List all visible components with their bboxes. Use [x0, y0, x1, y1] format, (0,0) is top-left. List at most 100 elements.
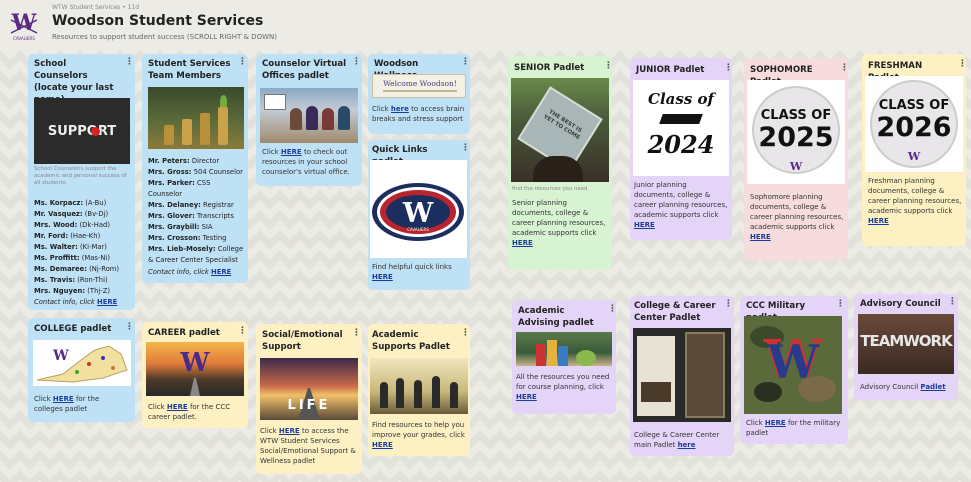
social-emotional-card[interactable]: Social/Emotional Support ⋮ LIFE Click HE…: [256, 324, 362, 474]
person-detail: Testing: [200, 234, 227, 242]
teamwork-image: TEAMWORK: [858, 314, 954, 374]
here-link[interactable]: HERE: [868, 217, 889, 225]
person-name: Ms. Proffitt:: [34, 254, 80, 262]
counselors-card[interactable]: School Counselors (locate your last name…: [28, 54, 135, 310]
person-detail: (Hae-Kh): [68, 232, 101, 240]
list-item: Ms. Walter: (Ki-Mar): [34, 242, 132, 252]
here-link[interactable]: HERE: [516, 393, 537, 401]
team-card[interactable]: Student Services Team Members ⋮ Contact …: [142, 54, 248, 283]
svg-text:CAVALIERS: CAVALIERS: [407, 227, 429, 232]
advisory-council-card[interactable]: Advisory Council ⋮ TEAMWORK Advisory Cou…: [854, 294, 958, 400]
list-item: Mrs. Lieb-Mosely: College: [148, 244, 246, 254]
board-meta: WTW Student Services • 11d: [52, 4, 140, 11]
here-link[interactable]: HERE: [765, 419, 786, 427]
here-link[interactable]: HERE: [372, 441, 393, 449]
card-text: Click HERE for the colleges padlet: [34, 395, 100, 413]
card-title: Social/Emotional Support: [262, 330, 343, 352]
list-item: Mrs. Nguyen: (Thj-Z): [34, 286, 132, 296]
person-name: Ms. Korpacz:: [34, 199, 84, 207]
card-text: All the resources you need for course pl…: [516, 373, 610, 401]
freshman-card[interactable]: FRESHMAN Padlet ⋮ CLASS OF 2026 W Freshm…: [862, 54, 966, 246]
card-text: Find resources to help you improve your …: [372, 421, 465, 449]
here-link[interactable]: HERE: [634, 221, 655, 229]
card-text: Find helpful quick links HERE: [372, 263, 452, 281]
person-detail: SIA: [199, 223, 213, 231]
college-card[interactable]: COLLEGE padlet ⋮ W Click HERE for the co…: [28, 318, 135, 422]
here-link[interactable]: HERE: [167, 403, 188, 411]
quick-links-card[interactable]: Quick Links padlet ⋮ W CAVALIERS Find he…: [368, 140, 470, 290]
card-note: School Counselors support the academic a…: [34, 166, 127, 186]
card-title: CAREER padlet: [148, 328, 220, 338]
here-link[interactable]: here: [391, 105, 409, 113]
here-link[interactable]: HERE: [279, 427, 300, 435]
virtual-offices-card[interactable]: Counselor Virtual Offices padlet ⋮ Click…: [256, 54, 362, 186]
more-menu-icon[interactable]: ⋮: [461, 328, 470, 338]
more-menu-icon[interactable]: ⋮: [125, 322, 134, 332]
list-item: Mrs. Glover: Transcripts: [148, 211, 246, 221]
list-item: Ms. Proffitt: (Mas-Ni): [34, 253, 132, 263]
more-menu-icon[interactable]: ⋮: [238, 57, 247, 67]
person-name: Mrs. Crosson:: [148, 234, 201, 242]
more-menu-icon[interactable]: ⋮: [461, 143, 470, 153]
here-link[interactable]: HERE: [750, 233, 771, 241]
card-title: Counselor Virtual Offices padlet: [262, 59, 347, 81]
more-menu-icon[interactable]: ⋮: [604, 61, 612, 71]
career-road-image: W: [146, 342, 244, 396]
list-item: Mrs. Delaney: Registrar: [148, 200, 246, 210]
board-title: Woodson Student Services: [52, 13, 264, 29]
person-detail: (Bv-Dj): [82, 210, 109, 218]
padlet-link[interactable]: Padlet: [920, 383, 945, 391]
here-link[interactable]: HERE: [211, 268, 231, 276]
here-link[interactable]: HERE: [512, 239, 533, 247]
academic-advising-card[interactable]: Academic Advising padlet ⋮ All the resou…: [512, 300, 616, 414]
person-name: Mrs. Delaney:: [148, 201, 201, 209]
more-menu-icon[interactable]: ⋮: [608, 304, 616, 314]
more-menu-icon[interactable]: ⋮: [840, 63, 848, 73]
graduation-cap-image: THE BEST IS YET TO COME: [511, 78, 609, 182]
card-title: College & Career Center Padlet: [634, 301, 716, 323]
more-menu-icon[interactable]: ⋮: [352, 57, 361, 67]
more-menu-icon[interactable]: ⋮: [238, 326, 247, 336]
list-item: Ms. Travis: (Ron-Thi): [34, 275, 132, 285]
card-title: Academic Supports Padlet: [372, 330, 450, 352]
card-title: JUNIOR Padlet: [636, 65, 705, 75]
person-detail: Counselor: [148, 190, 183, 198]
svg-text:W: W: [11, 10, 37, 36]
card-title: Academic Advising padlet: [518, 306, 594, 328]
person-detail: Director: [189, 157, 220, 165]
here-link[interactable]: here: [678, 441, 696, 449]
card-title: Student Services Team Members: [148, 59, 231, 81]
career-card[interactable]: CAREER padlet ⋮ W Click HERE for the CCC…: [142, 322, 248, 428]
person-name: Mr. Vasquez:: [34, 210, 83, 218]
more-menu-icon[interactable]: ⋮: [461, 57, 470, 67]
more-menu-icon[interactable]: ⋮: [724, 63, 732, 73]
list-item: Mrs. Parker: CSS: [148, 178, 246, 188]
junior-card[interactable]: JUNIOR Padlet ⋮ Class of 2024 Junior pla…: [630, 58, 732, 240]
more-menu-icon[interactable]: ⋮: [836, 299, 845, 309]
here-link[interactable]: HERE: [372, 273, 393, 281]
wellness-card[interactable]: Woodson Wellness ⋮ Welcome Woodson! Clic…: [368, 54, 470, 134]
person-detail: (Ki-Mar): [77, 243, 107, 251]
person-name: Mrs. Graybill:: [148, 223, 200, 231]
person-detail: (A-Bu): [83, 199, 107, 207]
list-item: & Career Center Specialist: [148, 255, 246, 265]
college-career-center-card[interactable]: College & Career Center Padlet ⋮ College…: [630, 296, 734, 456]
more-menu-icon[interactable]: ⋮: [352, 328, 361, 338]
support-image: SUPPORT: [34, 98, 130, 164]
more-menu-icon[interactable]: ⋮: [724, 299, 733, 309]
more-menu-icon[interactable]: ⋮: [125, 57, 134, 67]
here-link[interactable]: HERE: [53, 395, 74, 403]
virginia-map-image: W: [33, 340, 131, 386]
more-menu-icon[interactable]: ⋮: [958, 59, 966, 69]
person-detail: (Mas-Ni): [79, 254, 111, 262]
senior-card[interactable]: SENIOR Padlet ⋮ THE BEST IS YET TO COME …: [508, 56, 612, 270]
graduates-image: [370, 358, 468, 414]
here-link[interactable]: HERE: [281, 148, 302, 156]
card-text: Junior planning documents, college & car…: [634, 181, 728, 229]
here-link[interactable]: HERE: [97, 298, 117, 306]
sophomore-card[interactable]: SOPHOMORE Padlet ⋮ CLASS OF 2025 W Sopho…: [744, 58, 848, 260]
person-name: Mrs. Glover:: [148, 212, 195, 220]
academic-supports-card[interactable]: Academic Supports Padlet ⋮ Find resource…: [368, 324, 470, 456]
military-card[interactable]: CCC Military padlet ⋮ W W Click HERE for…: [740, 296, 848, 444]
more-menu-icon[interactable]: ⋮: [948, 297, 957, 307]
